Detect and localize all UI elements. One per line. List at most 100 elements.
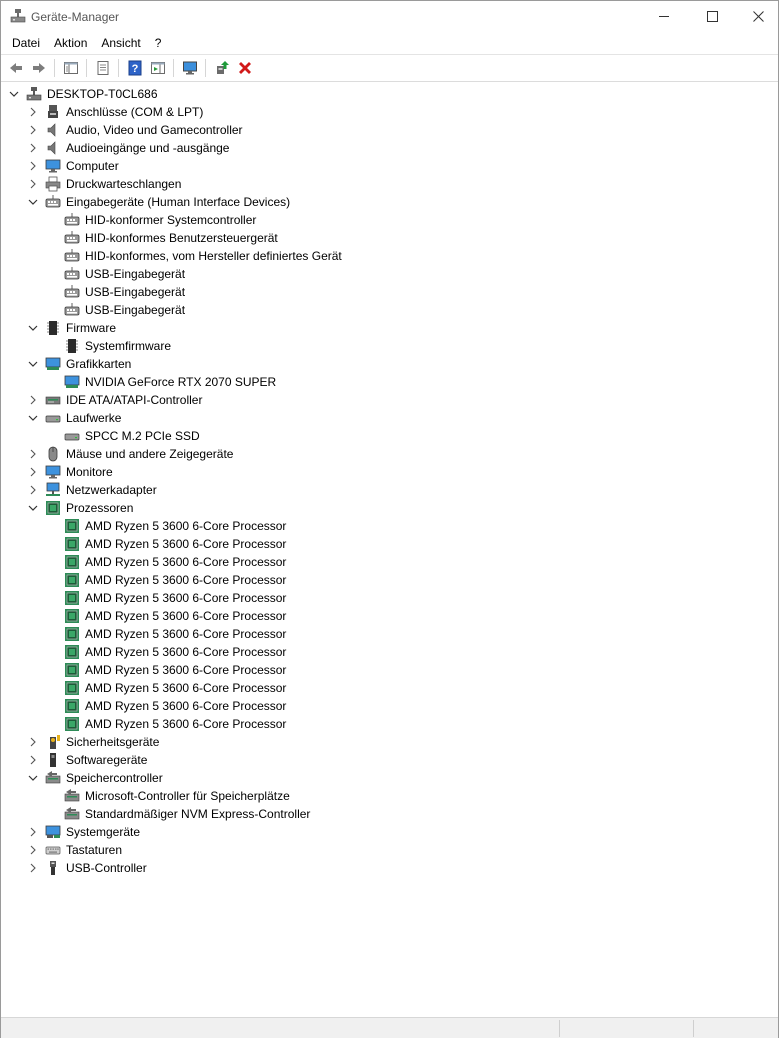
- expand-chevron-icon[interactable]: [28, 863, 38, 873]
- expand-chevron-icon[interactable]: [28, 107, 38, 117]
- tree-device[interactable]: AMD Ryzen 5 3600 6-Core Processor: [1, 625, 778, 643]
- expand-chevron-icon[interactable]: [28, 179, 38, 189]
- tree-device[interactable]: AMD Ryzen 5 3600 6-Core Processor: [1, 661, 778, 679]
- tree-category[interactable]: Netzwerkadapter: [1, 481, 778, 499]
- close-button[interactable]: [735, 1, 779, 32]
- tree-item-label: USB-Eingabegerät: [85, 303, 186, 317]
- forward-button[interactable]: [27, 57, 50, 79]
- tree-device[interactable]: USB-Eingabegerät: [1, 283, 778, 301]
- expand-chevron-icon[interactable]: [28, 395, 38, 405]
- properties-button[interactable]: [91, 57, 114, 79]
- tree-device[interactable]: USB-Eingabegerät: [1, 301, 778, 319]
- expand-chevron-icon[interactable]: [28, 485, 38, 495]
- tree-device[interactable]: Microsoft-Controller für Speicherplätze: [1, 787, 778, 805]
- tree-category[interactable]: Tastaturen: [1, 841, 778, 859]
- tree-device[interactable]: HID-konformer Systemcontroller: [1, 211, 778, 229]
- cpu-icon: [64, 590, 80, 606]
- tree-device[interactable]: AMD Ryzen 5 3600 6-Core Processor: [1, 517, 778, 535]
- collapse-chevron-icon[interactable]: [9, 89, 19, 99]
- tree-device[interactable]: AMD Ryzen 5 3600 6-Core Processor: [1, 679, 778, 697]
- collapse-chevron-icon[interactable]: [28, 413, 38, 423]
- tree-category[interactable]: Druckwarteschlangen: [1, 175, 778, 193]
- status-divider: [693, 1020, 694, 1037]
- hid-icon: [45, 194, 61, 210]
- tree-category[interactable]: Monitore: [1, 463, 778, 481]
- tree-category[interactable]: Firmware: [1, 319, 778, 337]
- tree-category[interactable]: USB-Controller: [1, 859, 778, 877]
- action-pane-button[interactable]: [146, 57, 169, 79]
- back-button[interactable]: [4, 57, 27, 79]
- tree-category[interactable]: Mäuse und andere Zeigegeräte: [1, 445, 778, 463]
- tree-category[interactable]: Audioeingänge und -ausgänge: [1, 139, 778, 157]
- menu-datei[interactable]: Datei: [5, 34, 47, 52]
- tree-category[interactable]: Eingabegeräte (Human Interface Devices): [1, 193, 778, 211]
- show-hide-console-tree-button[interactable]: [59, 57, 82, 79]
- toolbar-separator: [118, 58, 119, 77]
- expand-chevron-icon[interactable]: [28, 125, 38, 135]
- printer-icon: [45, 176, 61, 192]
- tree-device[interactable]: Standardmäßiger NVM Express-Controller: [1, 805, 778, 823]
- tree-category[interactable]: Sicherheitsgeräte: [1, 733, 778, 751]
- menu-bar: Datei Aktion Ansicht ?: [1, 32, 778, 53]
- toolbar-separator: [1, 81, 778, 82]
- expand-chevron-icon[interactable]: [28, 737, 38, 747]
- help-button[interactable]: ?: [123, 57, 146, 79]
- collapse-chevron-icon[interactable]: [28, 503, 38, 513]
- expand-chevron-icon[interactable]: [28, 161, 38, 171]
- collapse-chevron-icon[interactable]: [28, 197, 38, 207]
- tree-device[interactable]: HID-konformes, vom Hersteller definierte…: [1, 247, 778, 265]
- console-tree-icon: [63, 61, 78, 74]
- tree-category[interactable]: Laufwerke: [1, 409, 778, 427]
- tree-category[interactable]: Speichercontroller: [1, 769, 778, 787]
- chip-icon: [45, 320, 61, 336]
- expand-chevron-icon[interactable]: [28, 845, 38, 855]
- tree-item-label: AMD Ryzen 5 3600 6-Core Processor: [85, 645, 287, 659]
- keyboard-icon: [45, 842, 61, 858]
- tree-category[interactable]: Grafikkarten: [1, 355, 778, 373]
- tree-device[interactable]: AMD Ryzen 5 3600 6-Core Processor: [1, 697, 778, 715]
- tree-device[interactable]: SPCC M.2 PCIe SSD: [1, 427, 778, 445]
- tree-device[interactable]: NVIDIA GeForce RTX 2070 SUPER: [1, 373, 778, 391]
- tree-category[interactable]: Anschlüsse (COM & LPT): [1, 103, 778, 121]
- expand-chevron-icon[interactable]: [28, 449, 38, 459]
- tree-device[interactable]: AMD Ryzen 5 3600 6-Core Processor: [1, 571, 778, 589]
- tree-device[interactable]: HID-konformes Benutzersteuergerät: [1, 229, 778, 247]
- tree-device[interactable]: USB-Eingabegerät: [1, 265, 778, 283]
- tree-category[interactable]: Computer: [1, 157, 778, 175]
- tree-device[interactable]: AMD Ryzen 5 3600 6-Core Processor: [1, 553, 778, 571]
- tree-item-label: AMD Ryzen 5 3600 6-Core Processor: [85, 681, 287, 695]
- scan-hardware-button[interactable]: [178, 57, 201, 79]
- tree-category[interactable]: IDE ATA/ATAPI-Controller: [1, 391, 778, 409]
- minimize-button[interactable]: [641, 1, 687, 32]
- uninstall-device-button[interactable]: [233, 57, 256, 79]
- tree-category[interactable]: Systemgeräte: [1, 823, 778, 841]
- maximize-button[interactable]: [689, 1, 735, 32]
- collapse-chevron-icon[interactable]: [28, 359, 38, 369]
- menu-ansicht[interactable]: Ansicht: [94, 34, 147, 52]
- tree-category[interactable]: Prozessoren: [1, 499, 778, 517]
- drive-icon: [64, 428, 80, 444]
- tree-device[interactable]: AMD Ryzen 5 3600 6-Core Processor: [1, 715, 778, 733]
- expand-chevron-icon[interactable]: [28, 827, 38, 837]
- update-driver-button[interactable]: [210, 57, 233, 79]
- expand-chevron-icon[interactable]: [28, 143, 38, 153]
- tree-category[interactable]: Softwaregeräte: [1, 751, 778, 769]
- collapse-chevron-icon[interactable]: [28, 773, 38, 783]
- tree-device[interactable]: AMD Ryzen 5 3600 6-Core Processor: [1, 535, 778, 553]
- menu-help[interactable]: ?: [148, 34, 169, 52]
- system-icon: [45, 824, 61, 840]
- hid-icon: [64, 284, 80, 300]
- tree-device[interactable]: AMD Ryzen 5 3600 6-Core Processor: [1, 643, 778, 661]
- expand-chevron-icon[interactable]: [28, 755, 38, 765]
- menu-aktion[interactable]: Aktion: [47, 34, 94, 52]
- tree-device[interactable]: AMD Ryzen 5 3600 6-Core Processor: [1, 589, 778, 607]
- collapse-chevron-icon[interactable]: [28, 323, 38, 333]
- tree-device[interactable]: AMD Ryzen 5 3600 6-Core Processor: [1, 607, 778, 625]
- expand-chevron-icon[interactable]: [28, 467, 38, 477]
- cpu-icon: [64, 626, 80, 642]
- tree-category[interactable]: Audio, Video und Gamecontroller: [1, 121, 778, 139]
- tree-root[interactable]: DESKTOP-T0CL686: [1, 85, 778, 103]
- tree-item-label: HID-konformes Benutzersteuergerät: [85, 231, 278, 245]
- tree-device[interactable]: Systemfirmware: [1, 337, 778, 355]
- cpu-icon: [64, 572, 80, 588]
